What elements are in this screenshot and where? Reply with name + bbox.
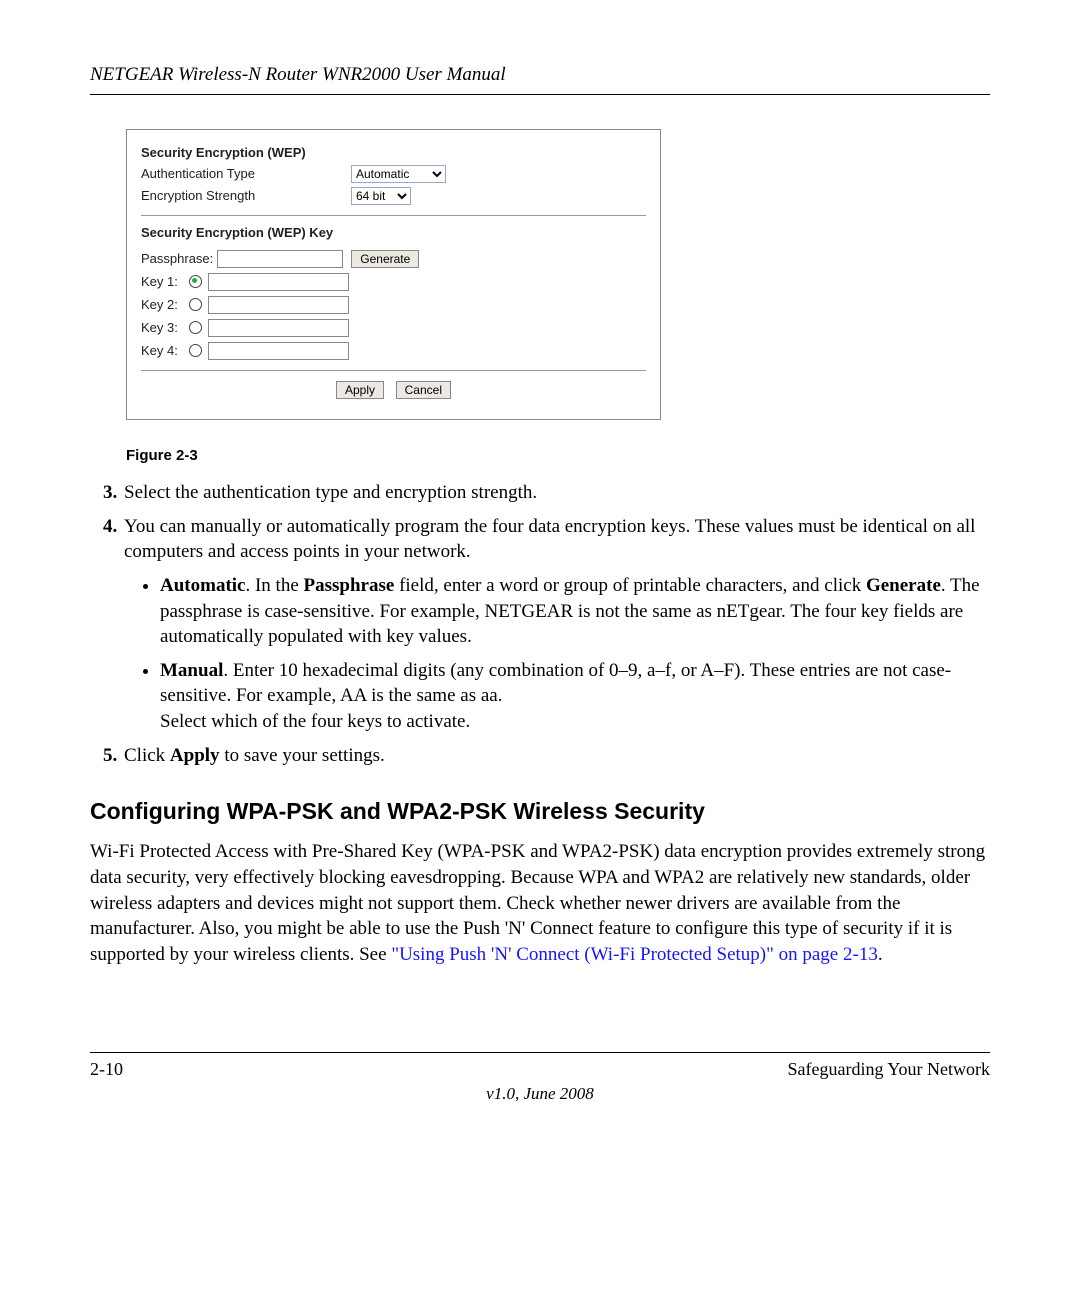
key1-radio[interactable] <box>189 275 202 288</box>
key3-radio[interactable] <box>189 321 202 334</box>
key1-label: Key 1: <box>141 273 189 291</box>
key1-input[interactable] <box>208 273 349 291</box>
key2-radio[interactable] <box>189 298 202 311</box>
key4-input[interactable] <box>208 342 349 360</box>
wep-settings-panel: Security Encryption (WEP) Authentication… <box>126 129 661 420</box>
push-n-connect-link[interactable]: "Using Push 'N' Connect (Wi-Fi Protected… <box>391 944 878 965</box>
footer-page-number: 2-10 <box>90 1057 123 1081</box>
enc-strength-label: Encryption Strength <box>141 187 351 205</box>
auth-type-label: Authentication Type <box>141 165 351 183</box>
key3-input[interactable] <box>208 319 349 337</box>
wep-section-title: Security Encryption (WEP) <box>141 144 646 162</box>
page-header-title: NETGEAR Wireless-N Router WNR2000 User M… <box>90 62 990 88</box>
wep-key-section-title: Security Encryption (WEP) Key <box>141 224 646 242</box>
generate-button[interactable]: Generate <box>351 250 419 268</box>
wpa-paragraph: Wi-Fi Protected Access with Pre-Shared K… <box>90 839 990 967</box>
passphrase-label: Passphrase: <box>141 250 213 268</box>
instruction-list: Select the authentication type and encry… <box>90 480 990 768</box>
footer-divider <box>90 1052 990 1053</box>
footer-section-name: Safeguarding Your Network <box>788 1057 990 1081</box>
auth-type-select[interactable]: Automatic <box>351 165 446 183</box>
key2-input[interactable] <box>208 296 349 314</box>
step-4-auto: Automatic. In the Passphrase field, ente… <box>160 573 990 650</box>
key2-label: Key 2: <box>141 296 189 314</box>
step-3: Select the authentication type and encry… <box>122 480 990 506</box>
enc-strength-select[interactable]: 64 bit <box>351 187 411 205</box>
section-heading: Configuring WPA-PSK and WPA2-PSK Wireles… <box>90 796 990 827</box>
key3-label: Key 3: <box>141 319 189 337</box>
figure-label: Figure 2-3 <box>126 446 990 466</box>
key4-label: Key 4: <box>141 342 189 360</box>
footer-version: v1.0, June 2008 <box>90 1083 990 1106</box>
step-4-manual: Manual. Enter 10 hexadecimal digits (any… <box>160 658 990 735</box>
passphrase-input[interactable] <box>217 250 343 268</box>
cancel-button[interactable]: Cancel <box>396 381 451 399</box>
apply-button[interactable]: Apply <box>336 381 384 399</box>
step-5: Click Apply to save your settings. <box>122 743 990 769</box>
header-divider <box>90 94 990 95</box>
key4-radio[interactable] <box>189 344 202 357</box>
step-4: You can manually or automatically progra… <box>122 514 990 735</box>
